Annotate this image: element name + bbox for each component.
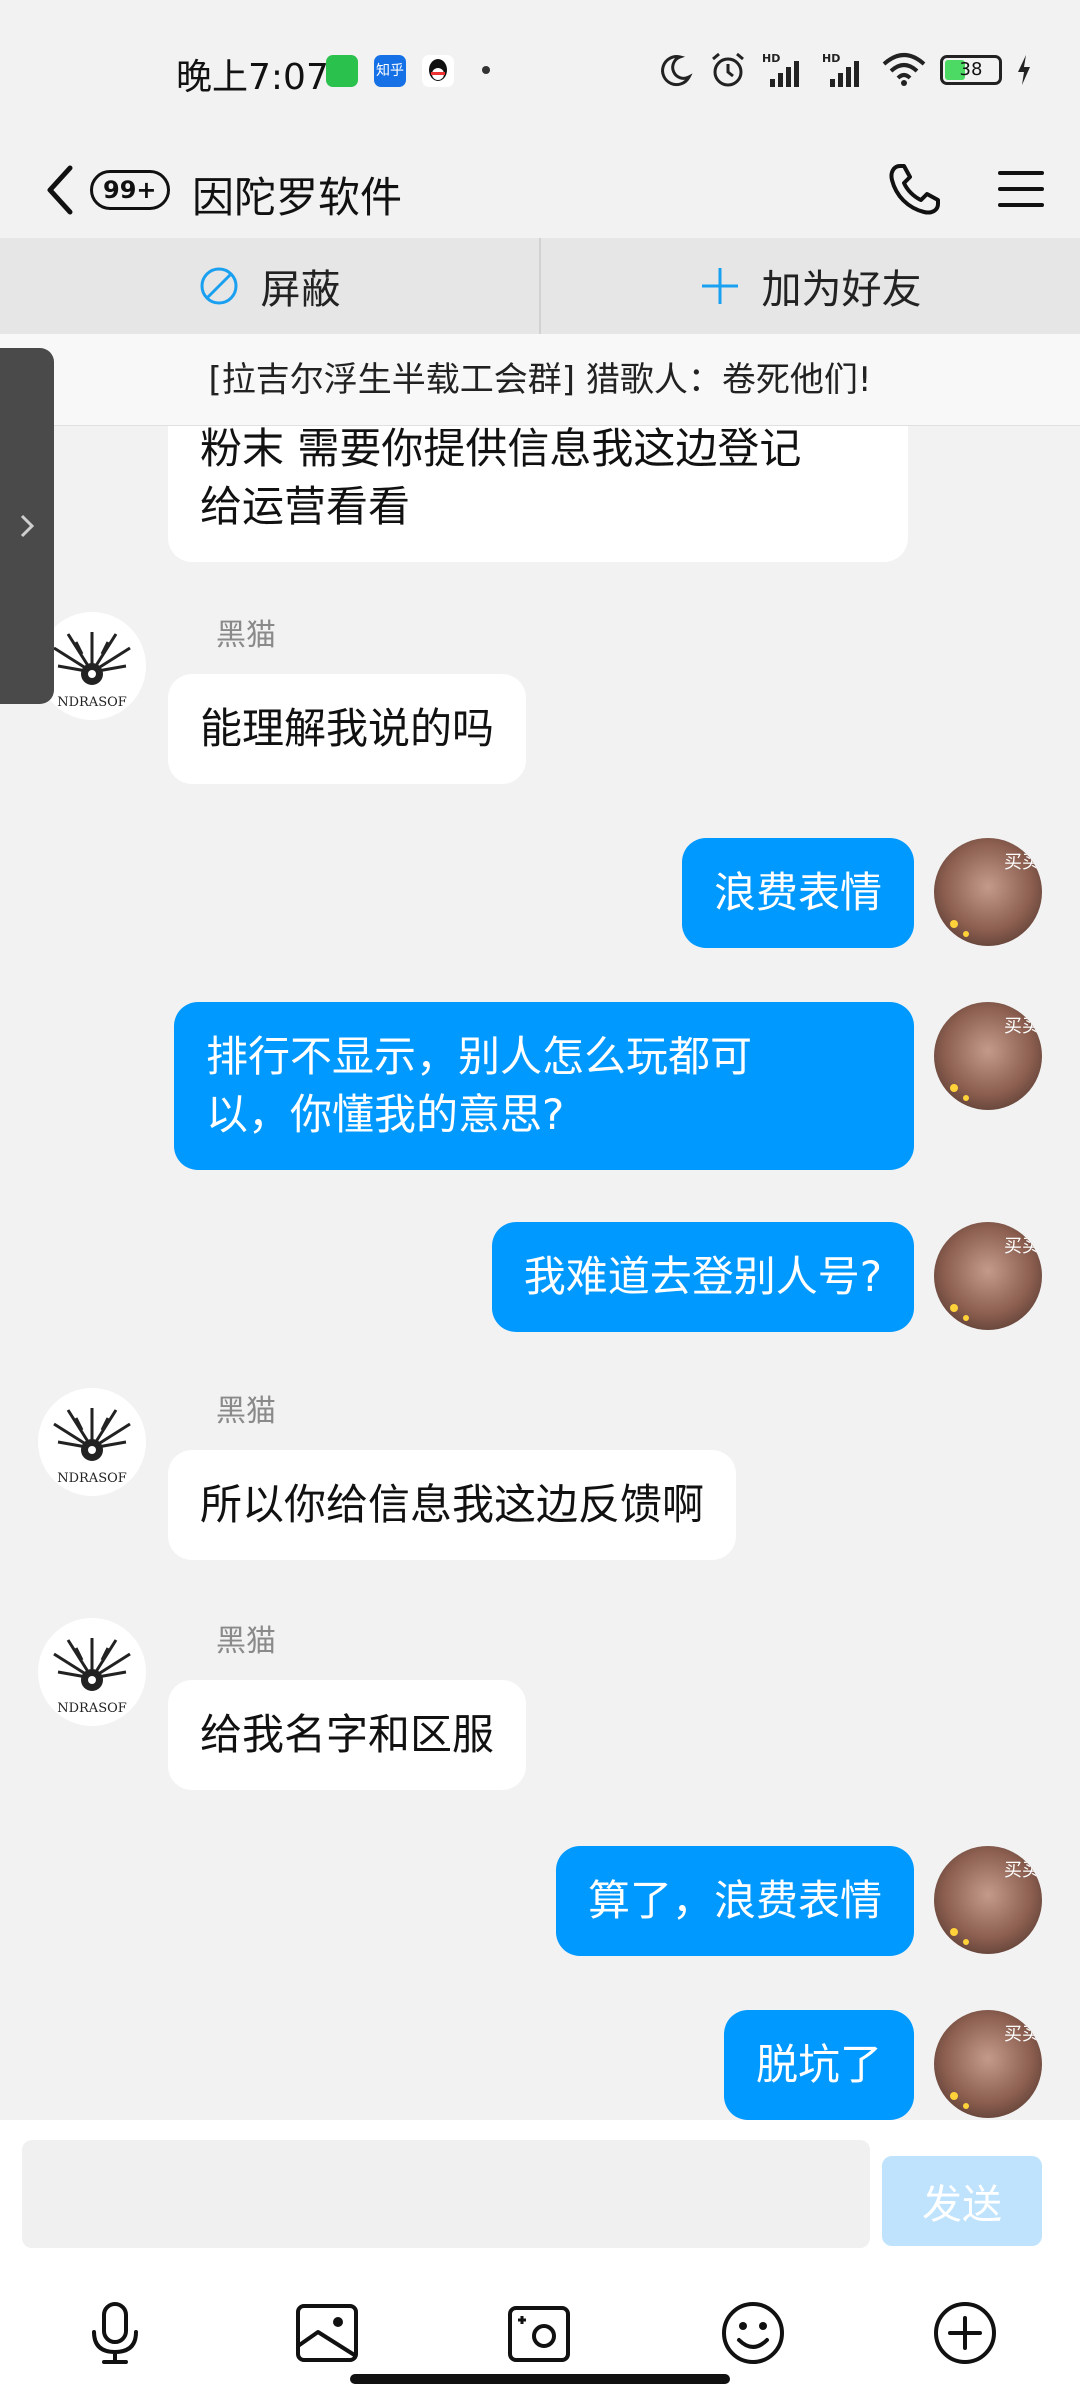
my-avatar[interactable]: 买买 [934, 1222, 1042, 1330]
signal-1-icon: HD [762, 52, 799, 87]
chevron-right-icon [20, 514, 35, 538]
indrasoft-logo: NDRASOF [53, 1638, 131, 1716]
avatar-sticker-text: 买买 [1004, 1236, 1040, 1257]
block-icon [200, 267, 237, 305]
sender-name: 黑猫 [216, 1394, 276, 1429]
avatar-sticker-overlay: 买买 [950, 852, 1040, 937]
sender-name: 黑猫 [216, 1624, 276, 1659]
composer: 发送 [0, 2120, 1080, 2400]
my-avatar[interactable]: 买买 [934, 838, 1042, 946]
sender-avatar[interactable]: NDRASOF [38, 1618, 146, 1726]
avatar-sticker-overlay: 买买 [950, 2024, 1040, 2109]
sender-avatar[interactable]: NDRASOF [38, 612, 146, 720]
message-input[interactable] [22, 2140, 870, 2248]
send-button[interactable]: 发送 [882, 2156, 1042, 2246]
alarm-icon [712, 52, 744, 87]
avatar-sticker-text: 买买 [1004, 852, 1040, 873]
message-bubble-incoming[interactable]: 所以你给信息我这边反馈啊 [168, 1450, 737, 1560]
logo-text: NDRASOF [57, 1471, 127, 1486]
charging-icon [1018, 55, 1030, 85]
plus-icon [701, 268, 738, 304]
logo-text: NDRASOF [57, 1701, 127, 1716]
avatar-sticker-overlay: 买买 [950, 1860, 1040, 1945]
my-avatar[interactable]: 买买 [934, 1002, 1042, 1110]
more-plus-icon[interactable] [930, 2298, 1000, 2368]
message-list[interactable]: 粉末 需要你提供信息我这边登记 给运营看看 NDRASOF 黑猫 能理解我说的吗… [0, 334, 1080, 2120]
chat-screen: 晚上7:07 知乎 HD HD 38 99+ 因陀罗软件 屏蔽 加为好友 [拉吉… [0, 0, 1080, 2400]
wechat-notification-icon [326, 55, 358, 87]
indrasoft-logo: NDRASOF [53, 632, 131, 710]
hd-label-1: HD [762, 52, 780, 65]
side-drawer-handle[interactable] [0, 348, 54, 704]
my-avatar[interactable]: 买买 [934, 2010, 1042, 2118]
more-notifications-dot [482, 66, 490, 74]
home-indicator[interactable] [350, 2374, 730, 2384]
qq-notification-icon [422, 55, 454, 87]
battery-icon: 38 [940, 55, 1002, 85]
moon-icon [661, 55, 693, 87]
back-arrow-icon[interactable] [40, 162, 80, 218]
emoji-icon[interactable] [718, 2298, 788, 2368]
logo-text: NDRASOF [57, 695, 127, 710]
add-friend-button[interactable]: 加为好友 [541, 238, 1080, 334]
indrasoft-logo: NDRASOF [53, 1408, 131, 1486]
zhihu-notification-icon: 知乎 [374, 55, 406, 87]
block-button[interactable]: 屏蔽 [0, 238, 539, 334]
phone-call-icon[interactable] [884, 160, 944, 220]
battery-level: 38 [959, 59, 983, 80]
message-bubble-outgoing[interactable]: 我难道去登别人号? [491, 1222, 914, 1332]
status-time: 晚上7:07 [176, 57, 329, 98]
avatar-sticker-overlay: 买买 [950, 1236, 1040, 1321]
block-label: 屏蔽 [260, 267, 341, 313]
avatar-sticker-text: 买买 [1004, 1860, 1040, 1881]
chat-header: 99+ 因陀罗软件 [0, 140, 1080, 240]
sender-avatar[interactable]: NDRASOF [38, 1388, 146, 1496]
wifi-icon [882, 53, 926, 86]
stranger-action-bar: 屏蔽 加为好友 [0, 238, 1080, 334]
menu-icon[interactable] [996, 164, 1046, 214]
unread-count-badge[interactable]: 99+ [90, 170, 170, 210]
status-icons: HD HD 38 [656, 50, 1032, 90]
add-friend-label: 加为好友 [761, 267, 922, 313]
message-bubble-incoming[interactable]: 给我名字和区服 [168, 1680, 527, 1790]
message-bubble-outgoing[interactable]: 浪费表情 [681, 838, 914, 948]
message-bubble-outgoing[interactable]: 排行不显示，别人怎么玩都可 以，你懂我的意思? [174, 1002, 914, 1170]
status-bar: 晚上7:07 知乎 HD HD 38 [0, 0, 1080, 140]
microphone-icon[interactable] [80, 2298, 150, 2368]
group-notice-banner[interactable]: [拉吉尔浮生半载工会群] 猎歌人：卷死他们! [0, 334, 1080, 426]
message-bubble-outgoing[interactable]: 算了，浪费表情 [555, 1846, 914, 1956]
avatar-sticker-text: 买买 [1004, 1016, 1040, 1037]
message-bubble-outgoing[interactable]: 脱坑了 [723, 2010, 914, 2120]
chat-title: 因陀罗软件 [192, 173, 403, 222]
signal-2-icon: HD [822, 52, 859, 87]
avatar-sticker-text: 买买 [1004, 2024, 1040, 2045]
my-avatar[interactable]: 买买 [934, 1846, 1042, 1954]
message-bubble-incoming[interactable]: 能理解我说的吗 [168, 674, 527, 784]
sender-name: 黑猫 [216, 618, 276, 653]
camera-icon[interactable] [504, 2298, 574, 2368]
avatar-sticker-overlay: 买买 [950, 1016, 1040, 1101]
hd-label-2: HD [822, 52, 840, 65]
image-icon[interactable] [292, 2298, 362, 2368]
